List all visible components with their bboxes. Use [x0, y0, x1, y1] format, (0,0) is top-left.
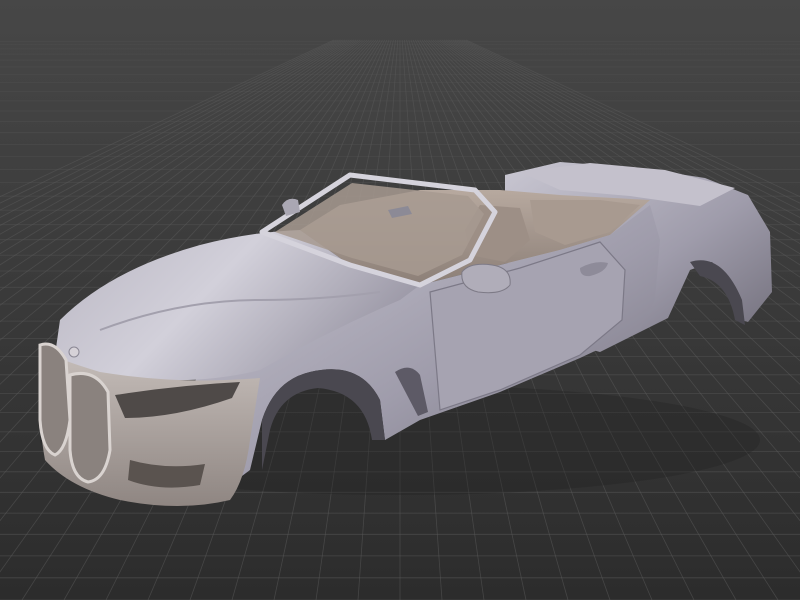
viewport-scene — [0, 0, 800, 600]
grille-right — [68, 371, 112, 484]
brand-emblem — [68, 346, 80, 358]
side-mirror — [461, 263, 511, 294]
3d-viewport[interactable] — [0, 0, 800, 600]
grille-left — [38, 342, 72, 457]
